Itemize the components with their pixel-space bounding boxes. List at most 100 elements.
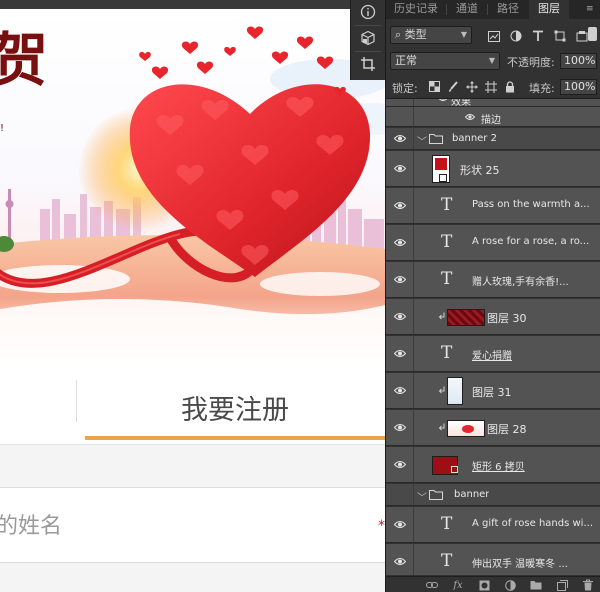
info-icon[interactable] [353,0,383,24]
panel-tab-bar: 历史记录 通道 路径 图层 ≡ [386,0,600,19]
tab-channels[interactable]: 通道 [447,0,487,19]
blend-mode-value: 正常 [395,54,417,67]
photoshop-workspace: 贺 ! 我要注册 的姓名 * 历史记录 通道 路径 图层 ≡ ⌕ 类型 ▼ 正常… [0,0,600,592]
eye-icon[interactable] [393,164,406,173]
eye-icon[interactable] [393,312,406,321]
layer-image-28[interactable]: 图层 28 [386,410,600,446]
group-name: banner 2 [452,133,497,144]
shape-thumbnail [432,155,450,183]
lock-pixels-brush-icon[interactable] [447,80,459,93]
delete-layer-icon[interactable] [582,579,594,591]
add-mask-icon[interactable] [478,579,490,591]
lock-artboard-icon[interactable] [485,80,497,93]
eye-col [386,507,414,542]
layer-image-31[interactable]: 图层 31 [386,373,600,409]
layer-group-banner[interactable]: ﹀ banner [386,484,600,506]
layer-text-aixin[interactable]: T 爱心捐赠 [386,336,600,372]
eye-icon[interactable] [438,98,448,102]
layer-text-pass-on[interactable]: T Pass on the warmth a... [386,188,600,224]
active-tab-underline [85,436,385,440]
banner-title-character: 贺 [0,26,49,94]
eye-icon[interactable] [393,520,406,529]
eye-icon[interactable] [393,238,406,247]
eye-icon[interactable] [393,386,406,395]
eye-icon[interactable] [393,349,406,358]
eye-icon[interactable] [465,113,475,121]
fx-icon[interactable]: fx [452,579,464,591]
eye-icon[interactable] [393,557,406,566]
eye-col [386,151,414,186]
pixel-filter-icon[interactable] [486,28,501,44]
eye-col [386,410,414,445]
image-thumbnail [447,377,463,405]
layer-name: A gift of rose hands wi... [472,518,593,529]
clipping-arrow-icon [438,423,445,431]
tab-history[interactable]: 历史记录 [386,0,446,19]
panel-menu-icon[interactable]: ≡ [586,2,598,16]
link-layers-icon[interactable] [426,579,438,591]
eye-icon[interactable] [393,423,406,432]
filter-kind-select[interactable]: ⌕ 类型 ▼ [390,26,472,44]
fill-field[interactable]: 100% [560,79,597,95]
canvas-top-edge [0,0,385,9]
lock-label: 锁定: [392,82,418,95]
layer-name: 形状 25 [460,164,500,177]
layer-image-30[interactable]: 图层 30 [386,299,600,335]
form-divider [0,444,385,445]
new-layer-icon[interactable] [556,579,568,591]
chevron-down-icon: ▼ [488,56,495,65]
crop-icon[interactable] [353,52,383,76]
eye-col [386,544,414,575]
chevron-down-icon[interactable]: ﹀ [417,133,427,148]
eye-icon[interactable] [386,99,414,106]
layer-effects-header[interactable]: 效果 [386,98,600,108]
eye-col-empty [386,107,414,126]
new-group-icon[interactable] [530,579,542,591]
shape-filter-icon[interactable] [552,28,567,44]
lock-position-move-icon[interactable] [466,80,478,93]
layer-shape-25[interactable]: 形状 25 [386,151,600,187]
smart-object-filter-icon[interactable] [574,28,589,44]
banner-title-mark: ! [0,123,5,134]
blend-opacity-row: 正常 ▼ 不透明度: 100% [386,51,600,73]
folder-icon [429,490,443,500]
layer-text-shen-chu[interactable]: T 伸出双手 温暖寒冬 ... [386,544,600,575]
opacity-label: 不透明度: [507,56,555,69]
eye-icon[interactable] [393,201,406,210]
lock-all-icon[interactable] [504,80,516,93]
tab-register[interactable]: 我要注册 [85,376,385,438]
text-layer-icon: T [441,232,453,252]
layer-text-zeng-ren[interactable]: T 赠人玫瑰,手有余香!... [386,262,600,298]
chevron-down-icon: ▼ [460,30,467,39]
tab-paths[interactable]: 路径 [488,0,528,19]
filter-type-icons [486,28,589,44]
eye-col [386,447,414,482]
layer-name: Pass on the warmth a... [472,199,590,210]
cube-3d-icon[interactable] [353,26,383,50]
adjustment-layer-icon[interactable] [504,579,516,591]
search-icon: ⌕ [395,28,402,41]
blend-mode-select[interactable]: 正常 ▼ [390,52,500,70]
eye-icon[interactable] [393,134,406,143]
eye-icon[interactable] [393,275,406,284]
chevron-down-icon[interactable]: ﹀ [417,489,427,504]
eye-icon[interactable] [393,460,406,469]
filter-toggle-switch[interactable] [588,27,597,41]
text-filter-icon[interactable] [530,28,545,44]
adjustment-filter-icon[interactable] [508,28,523,44]
folder-icon [429,134,443,144]
eye-col [386,299,414,334]
layer-text-gift-of-rose[interactable]: T A gift of rose hands wi... [386,507,600,543]
text-layer-icon: T [441,195,453,215]
lock-transparency-icon[interactable] [428,80,440,93]
layer-group-banner-2[interactable]: ﹀ banner 2 [386,128,600,150]
document-canvas[interactable]: 贺 ! 我要注册 的姓名 * [0,0,385,592]
eye-col [386,262,414,297]
opacity-field[interactable]: 100% [560,53,597,69]
layer-text-a-rose[interactable]: T A rose for a rose, a ro... [386,225,600,261]
layer-effect-stroke[interactable]: 描边 [386,107,600,127]
name-input[interactable]: 的姓名 * [0,487,385,563]
layer-rectangle-6-copy[interactable]: 矩形 6 拷贝 [386,447,600,483]
tab-layers[interactable]: 图层 [529,0,569,19]
image-thumbnail [447,420,485,437]
